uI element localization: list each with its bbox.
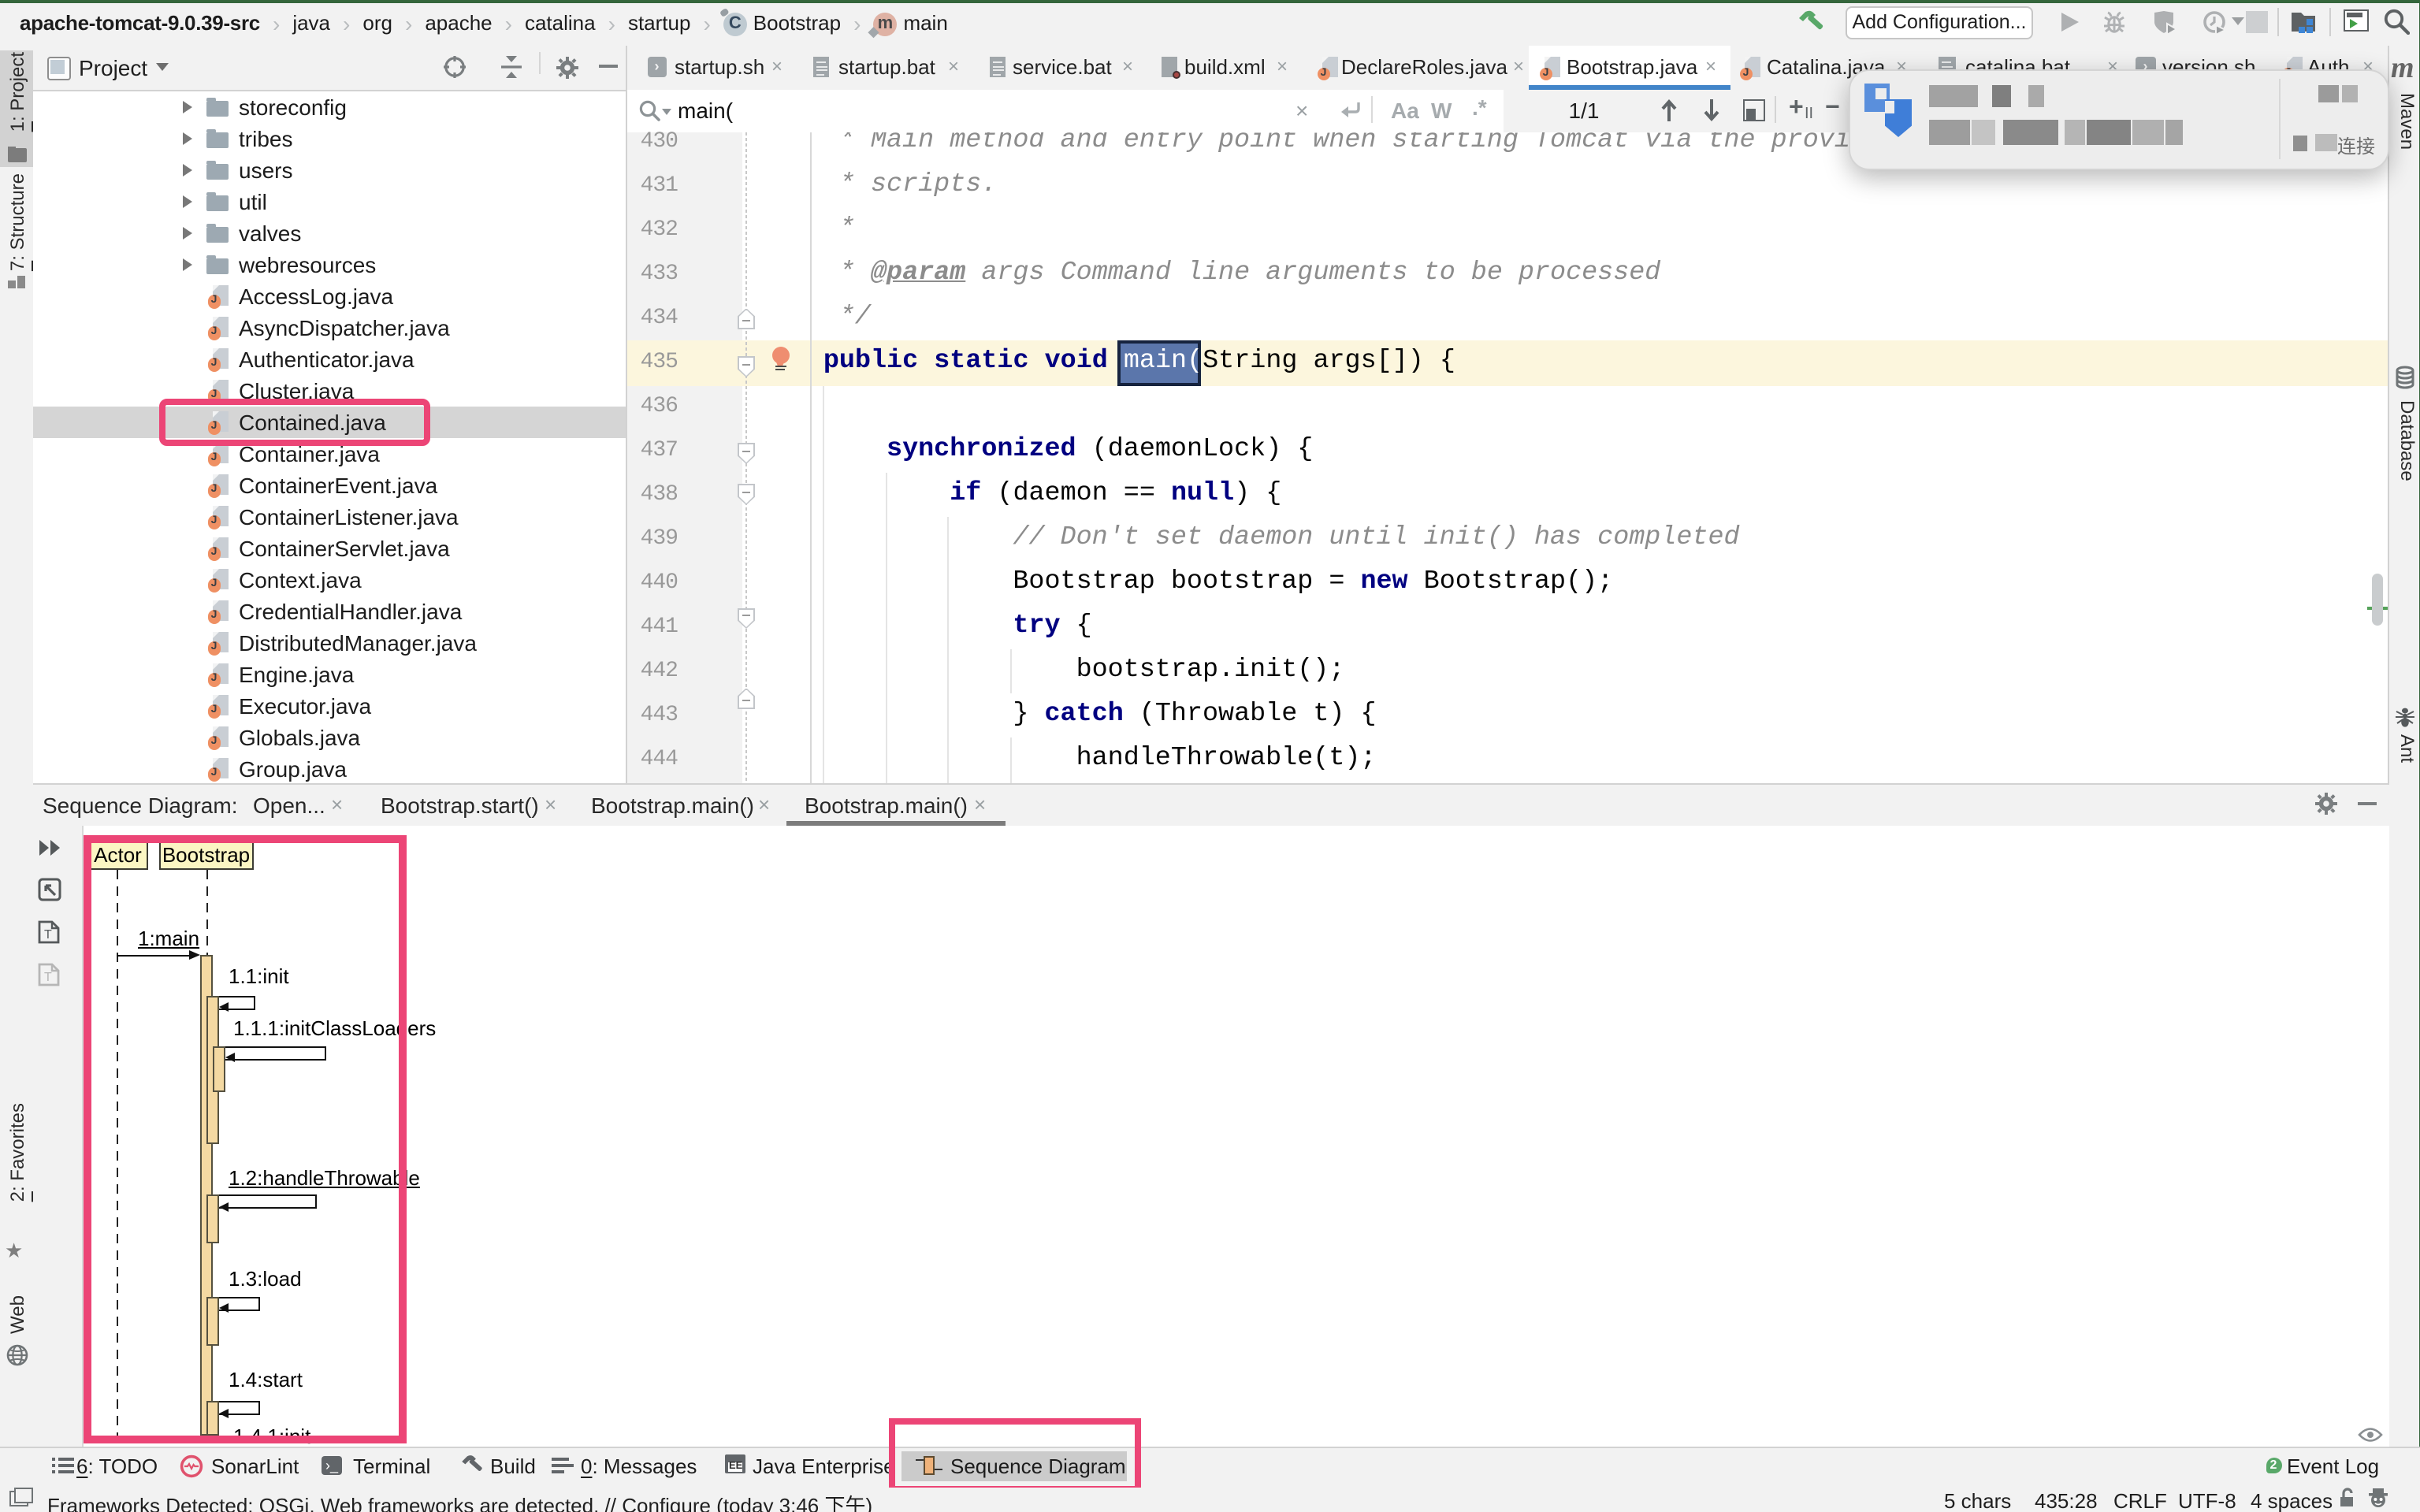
svg-text:T: T <box>44 970 52 983</box>
svg-text:T: T <box>44 928 52 942</box>
